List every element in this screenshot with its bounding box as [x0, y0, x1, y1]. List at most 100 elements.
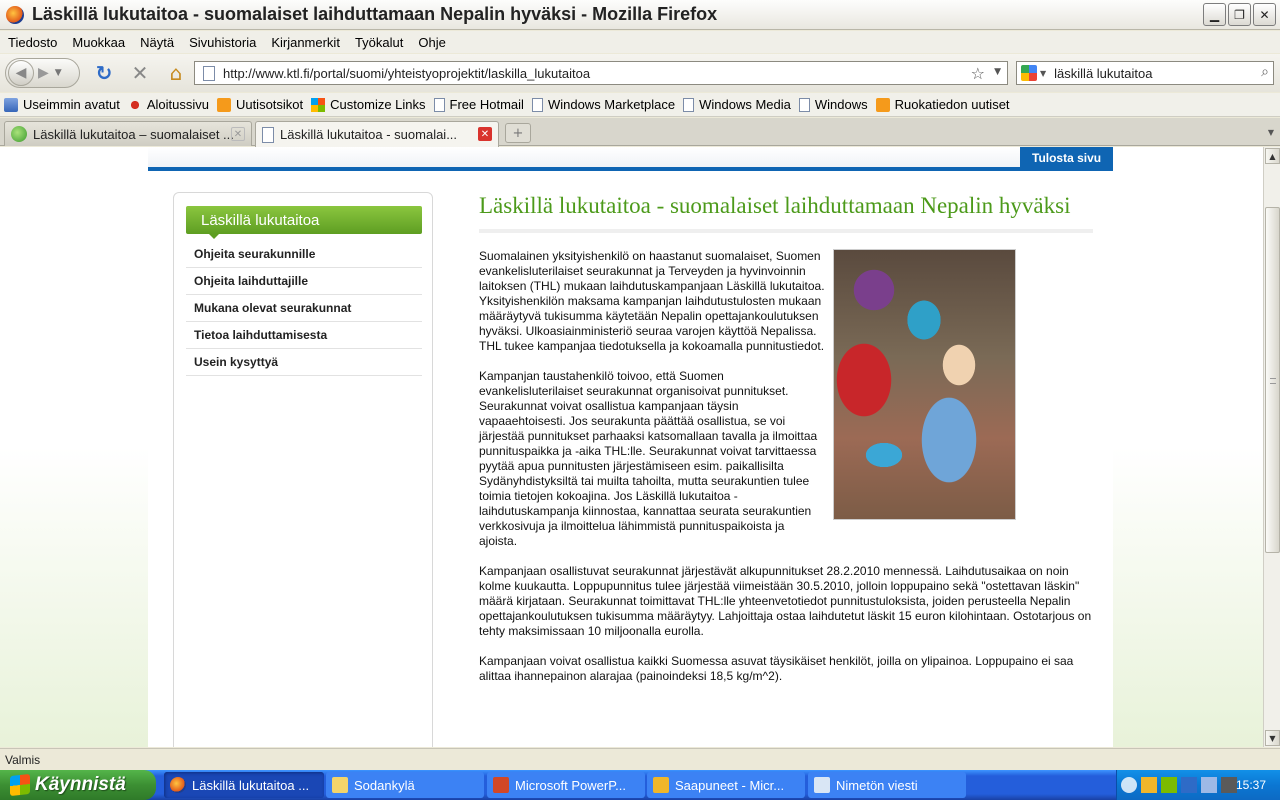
tray-volume-icon[interactable] — [1181, 777, 1197, 793]
menu-tyokalut[interactable]: Työkalut — [355, 35, 403, 50]
tray-app-icon[interactable] — [1141, 777, 1157, 793]
tab-strip: Läskillä lukutaitoa – suomalaiset ... ✕ … — [0, 118, 1280, 147]
url-bar[interactable]: http://www.ktl.fi/portal/suomi/yhteistyo… — [194, 61, 1008, 85]
scroll-up-icon[interactable]: ▲ — [1265, 148, 1280, 164]
stop-button[interactable]: ✕ — [128, 61, 152, 85]
article-photo — [833, 249, 1016, 520]
menu-muokkaa[interactable]: Muokkaa — [72, 35, 125, 50]
taskbar-item-powerpoint[interactable]: Microsoft PowerP... — [487, 772, 645, 798]
status-bar: Valmis — [0, 748, 1280, 770]
main-content: Läskillä lukutaitoa - suomalaiset laihdu… — [479, 191, 1093, 699]
close-tab-icon[interactable]: ✕ — [478, 127, 492, 141]
windows-icon — [311, 97, 326, 112]
scroll-down-icon[interactable]: ▼ — [1265, 730, 1280, 746]
search-engine-dropdown-icon[interactable]: ▼ — [1040, 69, 1046, 78]
start-button[interactable]: Käynnistä — [0, 770, 156, 800]
status-text: Valmis — [5, 752, 41, 767]
bookmark-uutisotsikot[interactable]: Uutisotsikot — [216, 97, 303, 112]
taskbar-item-sodankyla[interactable]: Sodankylä — [326, 772, 484, 798]
sidebar-item-tietoa-laihduttamisesta[interactable]: Tietoa laihduttamisesta — [186, 322, 422, 349]
print-page-button[interactable]: Tulosta sivu — [1020, 147, 1113, 169]
tray-display-icon[interactable] — [1221, 777, 1237, 793]
menu-bar: Tiedosto Muokkaa Näytä Sivuhistoria Kirj… — [0, 31, 1280, 53]
bookmark-star-icon[interactable]: ☆ — [971, 64, 985, 83]
menu-tiedosto[interactable]: Tiedosto — [8, 35, 57, 50]
window-titlebar: Läskillä lukutaitoa - suomalaiset laihdu… — [0, 0, 1280, 30]
tray-network-icon[interactable] — [1161, 777, 1177, 793]
back-forward-group: ◀ ▶ ▼ — [5, 58, 80, 88]
menu-nayta[interactable]: Näytä — [140, 35, 174, 50]
sidebar-header-notch — [208, 233, 220, 239]
firefox-icon — [170, 777, 186, 793]
tab-label: Läskillä lukutaitoa – suomalaiset ... — [33, 126, 234, 142]
taskbar-item-nimeton-viesti[interactable]: Nimetön viesti — [808, 772, 966, 798]
page-icon — [262, 126, 274, 143]
tab-2-active[interactable]: Läskillä lukutaitoa - suomalai... ✕ — [255, 121, 499, 147]
home-button[interactable]: ⌂ — [164, 61, 188, 85]
close-button[interactable]: ✕ — [1253, 3, 1276, 26]
menu-sivuhistoria[interactable]: Sivuhistoria — [189, 35, 256, 50]
sidebar-title: Läskillä lukutaitoa — [201, 212, 320, 229]
outlook-icon — [653, 777, 669, 793]
rss-icon — [216, 97, 231, 112]
menu-kirjanmerkit[interactable]: Kirjanmerkit — [271, 35, 340, 50]
sidebar-nav: Läskillä lukutaitoa Ohjeita seurakunnill… — [173, 192, 433, 747]
tab-label: Läskillä lukutaitoa - suomalai... — [280, 127, 458, 142]
tray-expand-icon[interactable] — [1121, 777, 1137, 793]
bookmark-free-hotmail[interactable]: Free Hotmail — [433, 97, 524, 112]
sidebar-item-mukana-olevat-seurakunnat[interactable]: Mukana olevat seurakunnat — [186, 295, 422, 322]
bookmark-customize-links[interactable]: Customize Links — [311, 97, 426, 112]
page-icon — [531, 97, 543, 112]
bookmark-windows-media[interactable]: Windows Media — [683, 97, 791, 112]
minimize-button[interactable]: ▁ — [1203, 3, 1226, 26]
stop-icon: ✕ — [131, 61, 149, 85]
sidebar-header[interactable]: Läskillä lukutaitoa — [186, 206, 422, 239]
folder-icon — [332, 777, 348, 793]
sidebar-item-ohjeita-laihduttajille[interactable]: Ohjeita laihduttajille — [186, 268, 422, 295]
navigation-toolbar: ◀ ▶ ▼ ↻ ✕ ⌂ http://www.ktl.fi/portal/suo… — [0, 54, 1280, 92]
tab-list-dropdown-icon[interactable]: ▼ — [1264, 124, 1278, 140]
search-input[interactable]: läskillä lukutaitoa — [1054, 66, 1152, 81]
taskbar-item-label: Microsoft PowerP... — [515, 777, 627, 793]
reload-button[interactable]: ↻ — [92, 61, 116, 85]
tab-1[interactable]: Läskillä lukutaitoa – suomalaiset ... ✕ — [4, 121, 252, 146]
taskbar-item-outlook[interactable]: Saapuneet - Micr... — [647, 772, 805, 798]
history-dropdown-icon[interactable]: ▼ — [55, 68, 62, 78]
mail-icon — [814, 777, 830, 793]
forward-button[interactable]: ▶ — [38, 65, 49, 81]
page-icon — [683, 97, 695, 112]
sidebar-item-ohjeita-seurakunnille[interactable]: Ohjeita seurakunnille — [186, 241, 422, 268]
taskbar-item-firefox[interactable]: Läskillä lukutaitoa ... — [164, 772, 324, 798]
bookmark-windows-marketplace[interactable]: Windows Marketplace — [531, 97, 675, 112]
heading-divider — [479, 229, 1093, 233]
tray-security-icon[interactable] — [1201, 777, 1217, 793]
menu-ohje[interactable]: Ohje — [418, 35, 445, 50]
bookmark-aloitussivu[interactable]: Aloitussivu — [127, 97, 209, 112]
page-heading: Läskillä lukutaitoa - suomalaiset laihdu… — [479, 193, 1071, 218]
taskbar-item-label: Läskillä lukutaitoa ... — [192, 777, 310, 793]
bookmark-useimmin-avatut[interactable]: Useimmin avatut — [4, 97, 120, 112]
sidebar-item-usein-kysyttya[interactable]: Usein kysyttyä — [186, 349, 422, 376]
sidebar-list: Ohjeita seurakunnille Ohjeita laihduttaj… — [186, 241, 422, 376]
google-icon[interactable] — [1021, 65, 1037, 81]
start-label: Käynnistä — [35, 774, 126, 795]
vertical-scrollbar[interactable]: ▲ ▼ — [1263, 147, 1280, 747]
page-icon — [433, 97, 445, 112]
scrollbar-thumb[interactable] — [1265, 207, 1280, 553]
back-button[interactable]: ◀ — [8, 60, 34, 86]
url-dropdown-icon[interactable]: ▼ — [994, 67, 1001, 77]
url-text[interactable]: http://www.ktl.fi/portal/suomi/yhteistyo… — [223, 66, 590, 81]
search-icon[interactable]: ⌕ — [1261, 64, 1269, 80]
bookmark-windows[interactable]: Windows — [798, 97, 868, 112]
search-bar[interactable]: ▼ läskillä lukutaitoa ⌕ — [1016, 61, 1274, 85]
bookmark-ruokatiedon-uutiset[interactable]: Ruokatiedon uutiset — [875, 97, 1010, 112]
rss-icon — [875, 97, 890, 112]
bookmarks-toolbar: Useimmin avatut Aloitussivu Uutisotsikot… — [0, 93, 1280, 117]
maximize-button[interactable]: ❐ — [1228, 3, 1251, 26]
back-arrow-icon: ◀ — [15, 65, 27, 81]
new-tab-button[interactable]: + — [505, 123, 531, 143]
close-tab-icon[interactable]: ✕ — [231, 127, 245, 141]
taskbar: Käynnistä Läskillä lukutaitoa ... Sodank… — [0, 770, 1280, 800]
msn-icon — [127, 97, 142, 112]
article-paragraph: Kampanjaan voivat osallistua kaikki Suom… — [479, 654, 1074, 683]
